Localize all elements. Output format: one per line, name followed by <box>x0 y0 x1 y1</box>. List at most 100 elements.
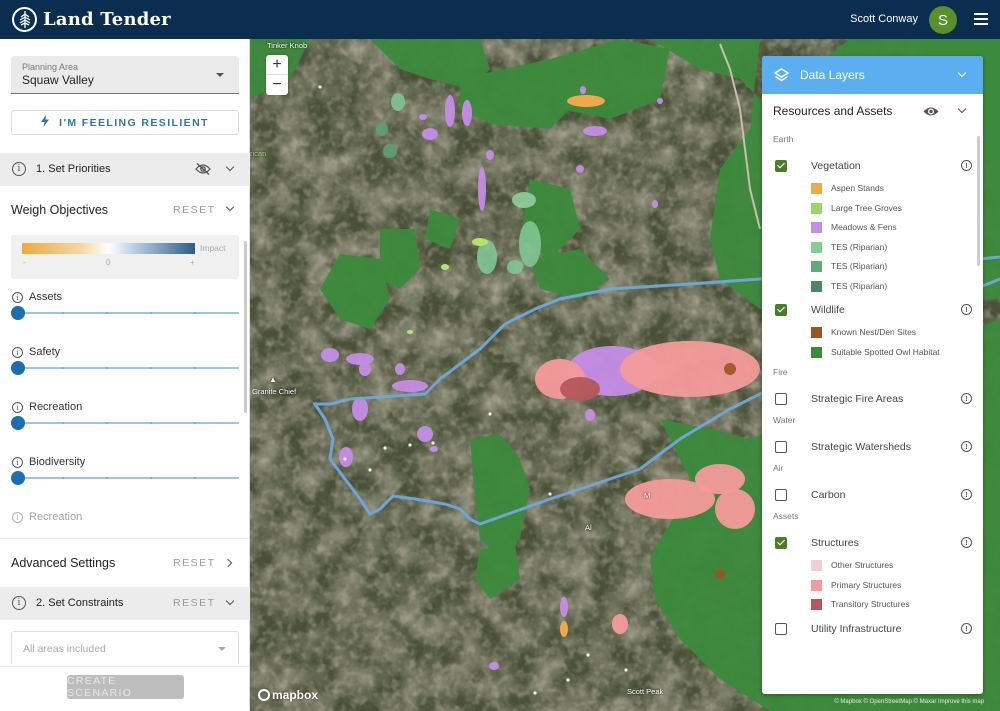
objective-label: Assets <box>29 291 63 303</box>
layer-checkbox[interactable] <box>775 622 787 635</box>
app-title: Land Tender <box>43 9 171 30</box>
eye-icon[interactable] <box>923 106 939 117</box>
slider-tick <box>106 367 108 369</box>
advanced-settings-title[interactable]: Advanced Settings <box>11 556 115 570</box>
sidebar: Planning Area Squaw Valley I'M FEELING R… <box>0 39 250 711</box>
legend-label: Other Structures <box>831 560 894 570</box>
layer-row-wildlife[interactable]: Wildlife ! <box>762 301 983 321</box>
place-label: M <box>644 491 651 500</box>
map-point-marker <box>343 457 347 461</box>
zoom-out-button[interactable]: − <box>266 75 288 95</box>
riparian-area <box>519 221 541 267</box>
info-icon[interactable]: i <box>12 162 26 176</box>
legend-item: Aspen Stands <box>762 182 983 196</box>
avatar[interactable]: S <box>929 6 957 34</box>
legend-swatch <box>811 280 822 292</box>
slider-tick <box>62 367 64 369</box>
layer-row-strategic-fire-areas[interactable]: Strategic Fire Areas ! <box>762 390 983 410</box>
info-alert-icon[interactable]: ! <box>961 622 972 634</box>
meadow-area <box>359 362 371 376</box>
layer-checkbox[interactable] <box>775 537 787 549</box>
layer-checkbox[interactable] <box>775 489 787 501</box>
planning-area-select[interactable]: Planning Area Squaw Valley <box>11 56 239 94</box>
impact-min-label: - <box>23 258 26 267</box>
meadow-area <box>489 662 499 670</box>
info-alert-icon[interactable]: ! <box>961 304 972 315</box>
set-constraints-section[interactable]: i 2. Set Constraints RESET <box>0 587 250 620</box>
set-constraints-reset-button[interactable]: RESET <box>173 597 216 609</box>
user-name[interactable]: Scott Conway <box>850 13 918 25</box>
riparian-area <box>512 192 536 208</box>
info-icon[interactable]: i <box>12 457 23 468</box>
info-icon[interactable]: i <box>12 402 23 413</box>
slider-thumb[interactable] <box>11 361 25 375</box>
weigh-objectives-reset-button[interactable]: RESET <box>173 204 216 216</box>
slider-tick <box>194 422 196 424</box>
info-icon[interactable]: i <box>12 512 23 523</box>
eye-off-icon[interactable] <box>195 163 211 175</box>
map-point-marker <box>408 443 412 447</box>
chevron-down-icon[interactable] <box>225 162 235 172</box>
sidebar-scrollbar[interactable] <box>244 241 247 413</box>
slider-tick <box>194 367 196 369</box>
resources-assets-title: Resources and Assets <box>773 104 893 118</box>
place-label: Granite Chief <box>252 387 297 396</box>
info-icon[interactable]: i <box>12 347 23 358</box>
slider-thumb[interactable] <box>11 306 25 320</box>
nest-site <box>715 569 725 579</box>
meadow-area <box>395 363 405 375</box>
legend-item: Other Structures <box>762 559 983 573</box>
hamburger-menu-icon[interactable] <box>974 13 988 25</box>
slider-thumb[interactable] <box>11 416 25 430</box>
slider-track[interactable] <box>18 477 239 479</box>
objective-label: Safety <box>29 346 61 358</box>
layer-row-vegetation[interactable]: Vegetation ! <box>762 157 983 177</box>
info-icon[interactable]: i <box>12 292 23 303</box>
chevron-down-icon[interactable] <box>957 104 967 114</box>
layer-row-structures[interactable]: Structures ! <box>762 534 983 554</box>
slider-tick <box>150 312 152 314</box>
chevron-down-icon[interactable] <box>225 596 235 606</box>
layer-name: Utility Infrastructure <box>811 622 902 635</box>
legend-label: Meadows & Fens <box>831 222 897 232</box>
layer-checkbox[interactable] <box>775 304 787 316</box>
legend-label: Known Nest/Den Sites <box>831 327 917 337</box>
info-alert-icon[interactable]: ! <box>961 393 972 404</box>
layer-row-utility-infrastructure[interactable]: Utility Infrastructure ! <box>762 620 983 640</box>
layer-category-label: Fire <box>773 367 788 377</box>
set-priorities-section[interactable]: i 1. Set Priorities <box>0 153 250 186</box>
slider-thumb[interactable] <box>11 471 25 485</box>
info-icon[interactable]: i <box>12 596 26 610</box>
map-attribution[interactable]: © Mapbox © OpenStreetMap © Maxar Improve… <box>834 699 984 705</box>
set-priorities-title: 1. Set Priorities <box>36 163 111 175</box>
slider-track[interactable] <box>18 312 239 314</box>
layer-checkbox[interactable] <box>775 393 787 405</box>
mapbox-logo[interactable]: mapbox <box>258 688 318 702</box>
constraint-select[interactable]: All areas included <box>11 631 239 664</box>
feeling-resilient-button[interactable]: I'M FEELING RESILIENT <box>11 110 239 135</box>
advanced-settings-reset-button[interactable]: RESET <box>173 557 216 569</box>
info-alert-icon[interactable]: ! <box>961 489 972 500</box>
info-alert-icon[interactable]: ! <box>961 441 972 452</box>
place-label: Tinker Knob <box>267 41 308 50</box>
meadow-area <box>419 114 427 120</box>
zoom-in-button[interactable]: + <box>266 55 288 75</box>
create-scenario-button[interactable]: CREATE SCENARIO <box>67 675 184 699</box>
data-layers-title: Data Layers <box>800 68 865 82</box>
data-layers-header[interactable]: Data Layers <box>762 56 983 94</box>
slider-track[interactable] <box>18 367 239 369</box>
layer-checkbox[interactable] <box>775 441 787 453</box>
data-layers-panel: Data Layers Resources and Assets Earth V… <box>762 56 983 694</box>
layer-checkbox[interactable] <box>775 160 787 172</box>
objective-label: Biodiversity <box>29 456 86 468</box>
info-alert-icon[interactable]: ! <box>961 537 972 548</box>
chevron-down-icon[interactable] <box>957 68 967 78</box>
chevron-down-icon[interactable] <box>225 202 235 212</box>
layer-row-carbon[interactable]: Carbon ! <box>762 486 983 506</box>
meadow-area <box>430 446 438 452</box>
slider-track[interactable] <box>18 422 239 424</box>
layer-row-strategic-watersheds[interactable]: Strategic Watersheds ! <box>762 438 983 458</box>
app-logo[interactable]: Land Tender <box>12 7 171 32</box>
structure-area <box>715 489 755 529</box>
info-alert-icon[interactable]: ! <box>961 160 972 171</box>
